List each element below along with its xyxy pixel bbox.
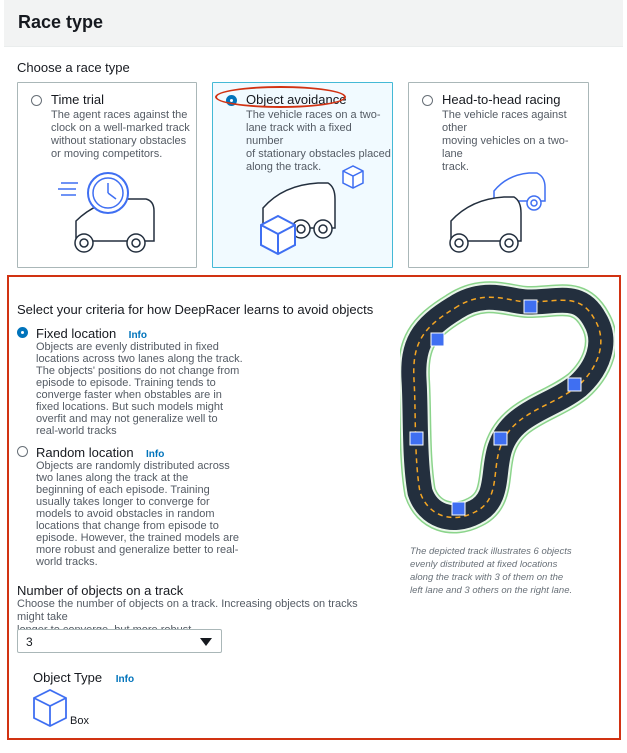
selection-highlight-oval xyxy=(215,86,346,108)
race-type-card-head-to-head[interactable]: Head-to-head racing The vehicle races ag… xyxy=(408,82,589,268)
fixed-location-info-link[interactable]: Info xyxy=(129,330,147,341)
race-type-card-object-avoidance[interactable]: Object avoidance The vehicle races on a … xyxy=(212,82,393,268)
num-objects-value: 3 xyxy=(26,635,33,649)
fixed-location-title: Fixed location xyxy=(36,326,117,341)
box-icon xyxy=(33,688,67,728)
object-type-info-link[interactable]: Info xyxy=(116,674,134,685)
num-objects-heading: Number of objects on a track xyxy=(17,583,184,598)
obstacle-box-icon xyxy=(451,501,466,516)
head-to-head-illustration xyxy=(449,172,546,253)
criteria-heading: Select your criteria for how DeepRacer l… xyxy=(17,302,374,317)
obstacle-box-icon xyxy=(523,299,538,314)
obstacle-box-icon xyxy=(409,431,424,446)
caret-down-icon xyxy=(200,638,212,646)
time-trial-radio[interactable] xyxy=(31,95,42,106)
object-type-box-label: Box xyxy=(70,715,89,727)
page-title: Race type xyxy=(18,12,104,32)
race-type-label: Choose a race type xyxy=(17,60,130,75)
head-to-head-radio[interactable] xyxy=(422,95,433,106)
obstacle-box-icon xyxy=(567,377,582,392)
obstacle-box-icon xyxy=(493,431,508,446)
random-location-title: Random location xyxy=(36,445,134,460)
obstacle-box-icon xyxy=(430,332,445,347)
time-trial-desc: The agent races against the clock on a we… xyxy=(51,109,190,160)
random-location-desc: Objects are randomly distributed across t… xyxy=(36,460,240,568)
random-location-radio[interactable] xyxy=(17,446,28,457)
object-type-heading: Object Type Info xyxy=(33,670,135,685)
time-trial-title: Time trial xyxy=(51,92,104,107)
random-location-info-link[interactable]: Info xyxy=(146,449,164,460)
track-caption: The depicted track illustrates 6 objects… xyxy=(410,546,573,596)
track-illustration xyxy=(400,281,615,534)
fixed-location-radio[interactable] xyxy=(17,327,28,338)
num-objects-select[interactable]: 3 xyxy=(17,629,222,653)
head-to-head-title: Head-to-head racing xyxy=(442,92,561,107)
race-type-card-time-trial[interactable]: Time trial The agent races against the cl… xyxy=(17,82,197,268)
object-avoidance-illustration xyxy=(260,165,364,256)
time-trial-illustration xyxy=(58,172,155,253)
fixed-location-desc: Objects are evenly distributed in fixed l… xyxy=(36,341,243,437)
